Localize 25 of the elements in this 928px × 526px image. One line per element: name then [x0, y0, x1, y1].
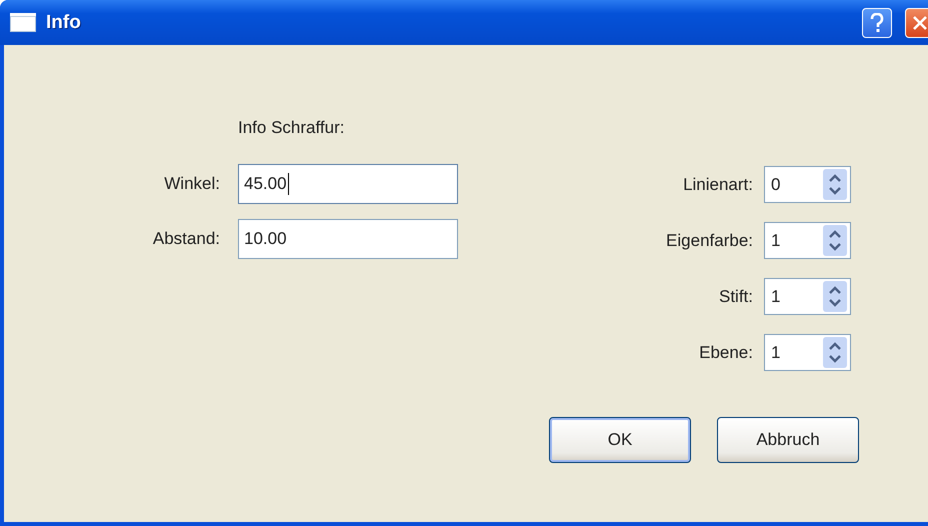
- spinner-label: Linienart:: [682, 174, 753, 194]
- up-down-arrows-icon[interactable]: [823, 337, 847, 368]
- dialog-button[interactable]: OK: [549, 417, 691, 463]
- spinner-field[interactable]: 1: [764, 222, 851, 259]
- up-down-arrows-icon[interactable]: [823, 281, 847, 312]
- spinner-label: Eigenfarbe:: [665, 230, 753, 250]
- spinner-field[interactable]: 0: [764, 166, 851, 203]
- up-down-arrows-icon[interactable]: [823, 225, 847, 256]
- window-title: Info: [46, 12, 82, 34]
- help-button[interactable]: [862, 8, 892, 38]
- question-mark-icon: [870, 12, 884, 32]
- dialog-button[interactable]: Abbruch: [717, 417, 859, 463]
- up-down-arrows-icon[interactable]: [823, 169, 847, 200]
- spinner-field[interactable]: 1: [764, 278, 851, 315]
- input-field[interactable]: 10.00: [238, 219, 458, 259]
- spinner-field[interactable]: 1: [764, 334, 851, 371]
- spinner-label: Ebene:: [698, 342, 753, 362]
- close-icon: [912, 14, 928, 30]
- section-heading: Info Schraffur:: [238, 118, 346, 138]
- field-label: Abstand:: [152, 229, 220, 249]
- window-icon: [10, 13, 36, 32]
- close-button[interactable]: [905, 8, 928, 38]
- field-label: Winkel:: [163, 174, 220, 194]
- spinner-label: Stift:: [718, 286, 753, 306]
- input-field[interactable]: 45.00: [238, 164, 458, 204]
